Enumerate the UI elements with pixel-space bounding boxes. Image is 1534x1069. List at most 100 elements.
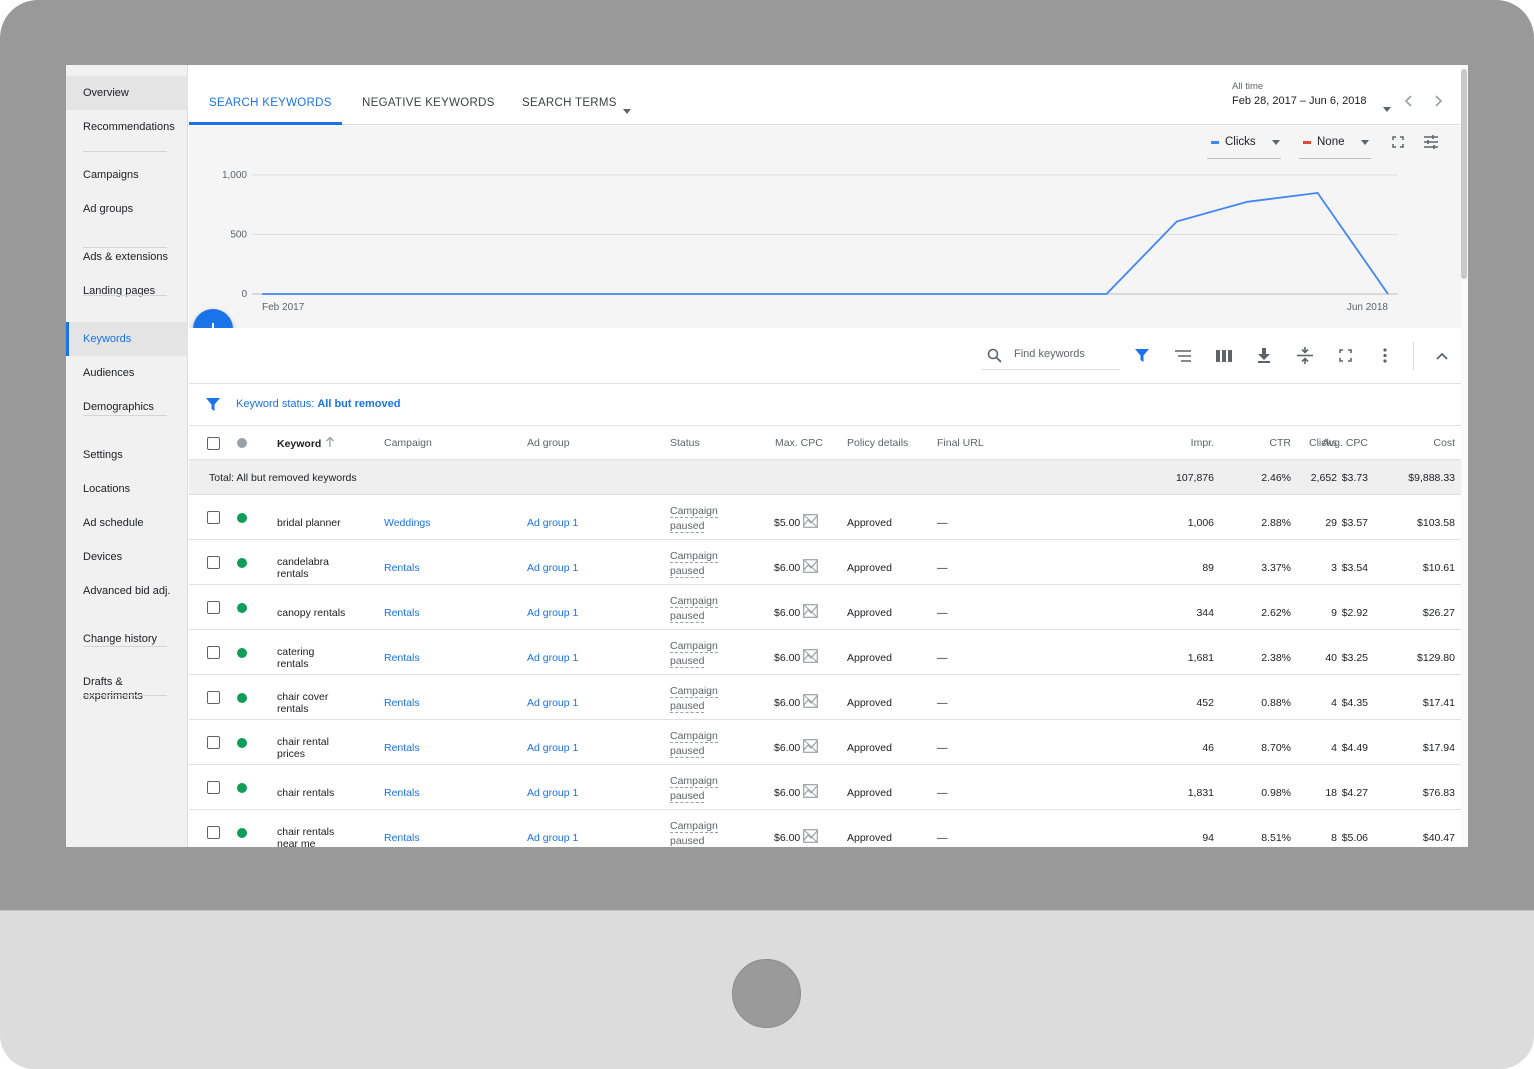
clicks-data-point[interactable]	[823, 292, 827, 296]
campaign-link[interactable]: Rentals	[384, 562, 420, 574]
ad-group-link[interactable]: Ad group 1	[527, 607, 578, 619]
keyword-text[interactable]: candelabra rentals	[277, 556, 347, 580]
campaign-link[interactable]: Rentals	[384, 697, 420, 709]
clicks-data-point[interactable]	[542, 292, 546, 296]
bid-strategy-chart-icon[interactable]	[803, 559, 818, 573]
keyword-text[interactable]: chair rentals	[277, 787, 347, 799]
clicks-data-point[interactable]	[682, 292, 686, 296]
ad-group-link[interactable]: Ad group 1	[527, 517, 578, 529]
sidebar-item-landing-pages[interactable]: Landing pages	[66, 274, 188, 308]
keyword-text[interactable]: chair rentals near me	[277, 826, 347, 847]
table-row[interactable]: canopy rentals Rentals Ad group 1 Campaign p…	[189, 585, 1461, 630]
row-checkbox[interactable]	[207, 781, 220, 794]
max-cpc-value[interactable]: $6.00	[774, 832, 800, 844]
column-header-status[interactable]: Status	[670, 437, 700, 449]
keyword-status-filter[interactable]: Keyword status: All but removed	[236, 398, 400, 410]
bid-strategy-chart-icon[interactable]	[803, 649, 818, 663]
segment-icon[interactable]	[1175, 350, 1191, 362]
ad-group-link[interactable]: Ad group 1	[527, 742, 578, 754]
row-checkbox[interactable]	[207, 646, 220, 659]
keyword-status[interactable]: Campaign paused	[670, 684, 718, 714]
sidebar-item-drafts-experiments[interactable]: Drafts & experiments	[66, 670, 166, 708]
campaign-link[interactable]: Rentals	[384, 652, 420, 664]
find-keywords-input[interactable]	[1014, 348, 1114, 360]
row-checkbox[interactable]	[207, 601, 220, 614]
column-header-impr[interactable]: Impr.	[1191, 437, 1214, 449]
bid-strategy-chart-icon[interactable]	[803, 514, 818, 528]
keyword-status[interactable]: Campaign paused	[670, 639, 718, 669]
max-cpc-value[interactable]: $6.00	[774, 787, 800, 799]
ad-group-link[interactable]: Ad group 1	[527, 787, 578, 799]
filter-icon[interactable]	[1135, 349, 1149, 363]
keyword-status[interactable]: Campaign paused	[670, 594, 718, 624]
next-period-icon[interactable]	[1433, 95, 1443, 107]
ad-group-link[interactable]: Ad group 1	[527, 832, 578, 844]
table-row[interactable]: catering rentals Rentals Ad group 1 Campaig…	[189, 630, 1461, 675]
row-checkbox[interactable]	[207, 511, 220, 524]
campaign-link[interactable]: Rentals	[384, 832, 420, 844]
keyword-text[interactable]: canopy rentals	[277, 607, 347, 619]
clicks-data-point[interactable]	[260, 292, 264, 296]
campaign-link[interactable]: Rentals	[384, 607, 420, 619]
max-cpc-value[interactable]: $6.00	[774, 742, 800, 754]
more-options-icon[interactable]	[1383, 348, 1387, 363]
select-all-checkbox[interactable]	[207, 437, 220, 450]
columns-icon[interactable]	[1216, 350, 1232, 362]
keyword-text[interactable]: chair cover rentals	[277, 691, 347, 715]
max-cpc-value[interactable]: $5.00	[774, 517, 800, 529]
tabs-more-dropdown[interactable]	[623, 101, 631, 119]
tab-search-terms[interactable]: SEARCH TERMS	[522, 97, 617, 109]
sidebar-item-keywords[interactable]: Keywords	[66, 322, 188, 356]
column-header-avg-cpc[interactable]: Avg. CPC	[1322, 437, 1368, 449]
keyword-status[interactable]: Campaign paused	[670, 819, 718, 847]
keyword-text[interactable]: chair rental prices	[277, 736, 347, 760]
clicks-data-point[interactable]	[1316, 191, 1320, 195]
table-row[interactable]: chair rentals Rentals Ad group 1 Campaign pa…	[189, 765, 1461, 810]
fullscreen-icon[interactable]	[1339, 349, 1352, 362]
sidebar-item-ad-schedule[interactable]: Ad schedule	[66, 506, 188, 540]
bid-strategy-chart-icon[interactable]	[803, 829, 818, 843]
clicks-data-point[interactable]	[1034, 292, 1038, 296]
scrollbar-thumb[interactable]	[1461, 69, 1467, 279]
row-checkbox[interactable]	[207, 826, 220, 839]
row-checkbox[interactable]	[207, 691, 220, 704]
bid-strategy-chart-icon[interactable]	[803, 604, 818, 618]
clicks-data-point[interactable]	[893, 292, 897, 296]
clicks-data-point[interactable]	[401, 292, 405, 296]
previous-period-icon[interactable]	[1404, 95, 1414, 107]
clicks-data-point[interactable]	[612, 292, 616, 296]
sidebar-item-advanced-bid-adj[interactable]: Advanced bid adj.	[66, 574, 188, 608]
sidebar-item-overview[interactable]: Overview	[66, 76, 188, 110]
chevron-up-icon[interactable]	[1436, 352, 1448, 360]
compact-rows-icon[interactable]	[1297, 347, 1313, 364]
tab-search-keywords[interactable]: SEARCH KEYWORDS	[209, 97, 332, 109]
column-header-policy-details[interactable]: Policy details	[847, 437, 908, 449]
column-header-campaign[interactable]: Campaign	[384, 437, 432, 449]
sidebar-item-devices[interactable]: Devices	[66, 540, 188, 574]
table-row[interactable]: chair rental prices Rentals Ad group 1 Camp…	[189, 720, 1461, 765]
sort-ascending-icon[interactable]	[325, 436, 335, 448]
bid-strategy-chart-icon[interactable]	[803, 694, 818, 708]
campaign-link[interactable]: Weddings	[384, 517, 431, 529]
clicks-data-point[interactable]	[1175, 219, 1179, 223]
column-header-ad-group[interactable]: Ad group	[527, 437, 570, 449]
max-cpc-value[interactable]: $6.00	[774, 607, 800, 619]
column-header-keyword[interactable]: Keyword	[277, 438, 321, 450]
clicks-data-point[interactable]	[330, 292, 334, 296]
row-checkbox[interactable]	[207, 556, 220, 569]
clicks-data-point[interactable]	[1105, 292, 1109, 296]
ad-group-link[interactable]: Ad group 1	[527, 652, 578, 664]
download-icon[interactable]	[1257, 348, 1271, 363]
clicks-series-line[interactable]	[262, 191, 1389, 295]
date-range-picker[interactable]: Feb 28, 2017 – Jun 6, 2018	[1232, 95, 1367, 107]
max-cpc-value[interactable]: $6.00	[774, 697, 800, 709]
column-header-ctr[interactable]: CTR	[1269, 437, 1291, 449]
clicks-data-point[interactable]	[1245, 200, 1249, 204]
bid-strategy-chart-icon[interactable]	[803, 784, 818, 798]
clicks-data-point[interactable]	[1386, 292, 1390, 296]
sidebar-item-change-history[interactable]: Change history	[66, 622, 188, 656]
max-cpc-value[interactable]: $6.00	[774, 652, 800, 664]
bid-strategy-chart-icon[interactable]	[803, 739, 818, 753]
max-cpc-value[interactable]: $6.00	[774, 562, 800, 574]
clicks-data-point[interactable]	[753, 292, 757, 296]
